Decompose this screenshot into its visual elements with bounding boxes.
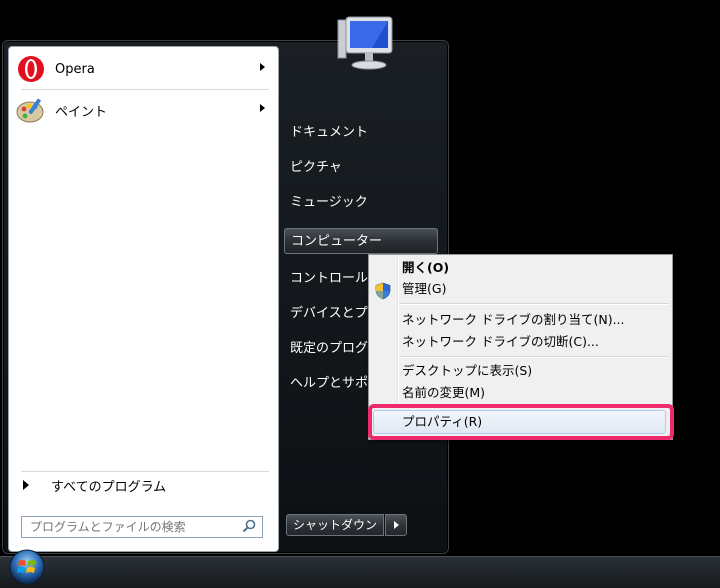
divider bbox=[21, 89, 269, 90]
program-label: Opera bbox=[55, 61, 95, 77]
shutdown-button[interactable]: シャットダウン bbox=[286, 514, 385, 536]
program-paint[interactable]: ペイント bbox=[11, 92, 275, 128]
submenu-arrow-icon bbox=[260, 63, 265, 71]
highlight-annotation bbox=[368, 404, 674, 440]
all-programs-label: すべてのプログラム bbox=[51, 479, 167, 495]
search-box[interactable] bbox=[21, 516, 263, 538]
ctx-show-on-desktop[interactable]: デスクトップに表示(S) bbox=[402, 361, 532, 381]
right-item-music[interactable]: ミュージック bbox=[290, 193, 368, 213]
ctx-map-network-drive[interactable]: ネットワーク ドライブの割り当て(N)... bbox=[402, 310, 625, 330]
uac-shield-icon bbox=[375, 282, 391, 300]
ctx-divider bbox=[399, 356, 669, 358]
right-item-pictures[interactable]: ピクチャ bbox=[290, 158, 342, 178]
opera-icon bbox=[15, 53, 47, 85]
ctx-disconnect-network-drive[interactable]: ネットワーク ドライブの切断(C)... bbox=[402, 332, 599, 352]
right-item-documents[interactable]: ドキュメント bbox=[290, 123, 368, 143]
ctx-manage[interactable]: 管理(G) bbox=[402, 279, 446, 299]
ctx-open[interactable]: 開く(O) bbox=[402, 258, 449, 278]
all-programs-button[interactable]: すべてのプログラム bbox=[11, 474, 275, 496]
expand-arrow-icon bbox=[23, 480, 29, 490]
shutdown-options-button[interactable] bbox=[385, 514, 408, 536]
right-item-help[interactable]: ヘルプとサポー bbox=[290, 374, 368, 394]
divider bbox=[21, 471, 269, 472]
computer-icon bbox=[337, 16, 393, 70]
search-input[interactable] bbox=[28, 519, 237, 535]
chevron-right-icon bbox=[393, 521, 399, 529]
paint-icon bbox=[15, 94, 47, 126]
start-orb-icon[interactable] bbox=[8, 548, 46, 586]
program-label: ペイント bbox=[55, 104, 108, 120]
right-item-devices[interactable]: デバイスとプリ bbox=[290, 304, 368, 324]
right-item-computer[interactable]: コンピューター bbox=[284, 228, 438, 254]
ctx-divider bbox=[399, 303, 669, 305]
right-item-control-panel[interactable]: コントロール bbox=[290, 269, 368, 289]
search-icon[interactable] bbox=[242, 519, 256, 533]
submenu-arrow-icon bbox=[260, 104, 265, 112]
program-opera[interactable]: Opera bbox=[11, 51, 275, 87]
right-item-default-programs[interactable]: 既定のプログラ bbox=[290, 339, 368, 359]
shutdown-group: シャットダウン bbox=[286, 514, 408, 536]
ctx-rename[interactable]: 名前の変更(M) bbox=[402, 383, 485, 403]
taskbar bbox=[0, 556, 720, 588]
programs-panel: Opera ペイント すべてのプログラム bbox=[8, 46, 279, 552]
